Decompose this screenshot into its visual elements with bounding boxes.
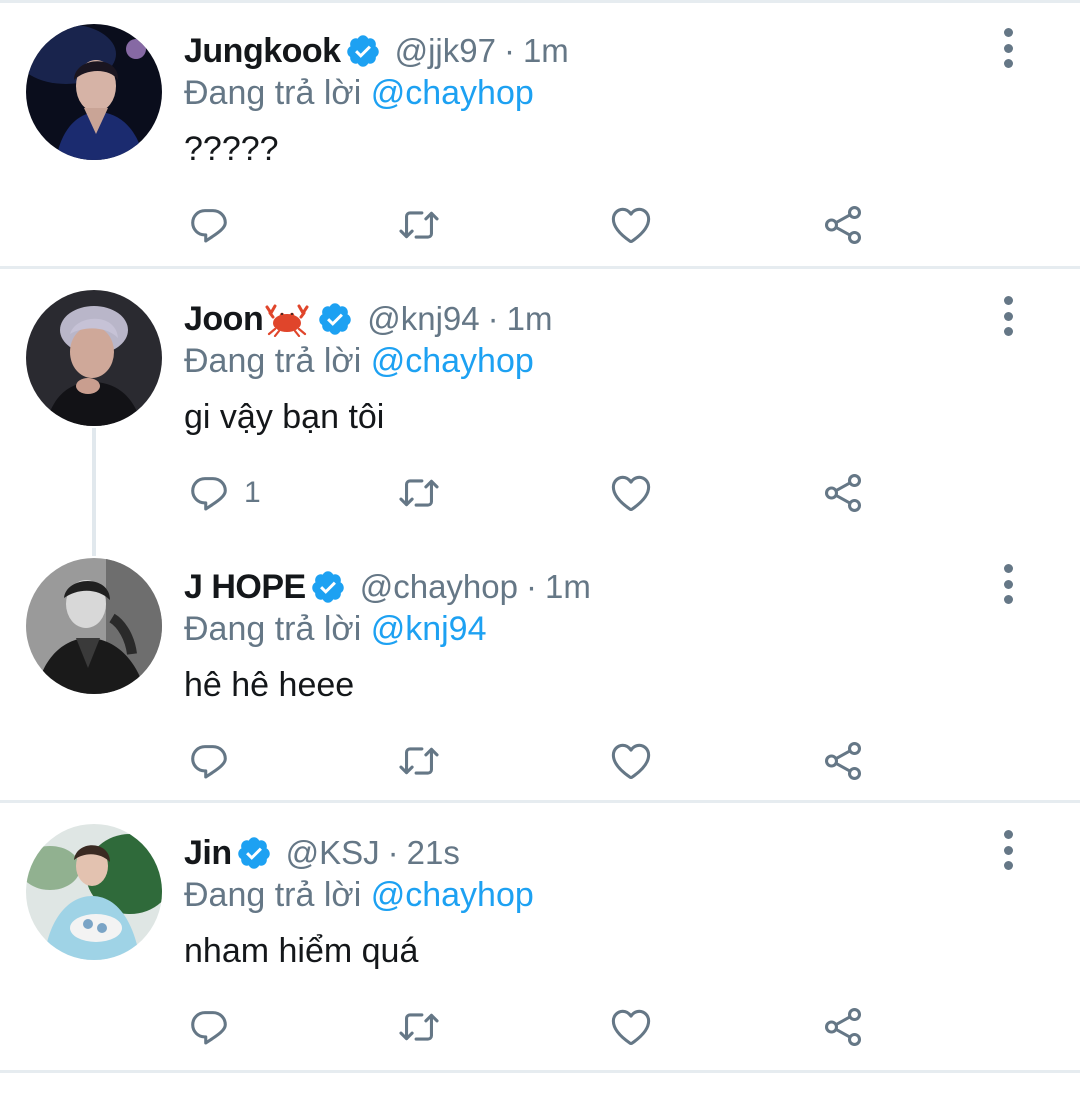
tweet-text: nham hiểm quá <box>184 932 419 970</box>
reply-icon <box>186 470 232 516</box>
reply-icon <box>186 1004 232 1050</box>
timestamp[interactable]: 21s <box>407 834 460 872</box>
replying-to: Đang trả lời @chayhop <box>184 342 534 381</box>
tweet-text: ????? <box>184 130 279 168</box>
replying-to: Đang trả lời @chayhop <box>184 876 534 915</box>
heart-icon <box>608 738 654 784</box>
share-button[interactable] <box>820 1002 866 1052</box>
separator: · <box>503 32 515 69</box>
reply-button[interactable] <box>186 200 244 250</box>
replying-to-label: Đang trả lời <box>184 610 371 648</box>
verified-badge-icon <box>310 569 346 605</box>
more-vertical-icon[interactable] <box>996 564 1020 604</box>
heart-icon <box>608 470 654 516</box>
more-vertical-icon[interactable] <box>996 296 1020 336</box>
like-button[interactable] <box>608 1002 654 1052</box>
tweet-header: J HOPE @chayhop · 1m <box>184 564 591 610</box>
retweet-icon <box>396 470 442 516</box>
reply-button[interactable] <box>186 1002 244 1052</box>
tweet-text: gi vậy bạn tôi <box>184 398 385 436</box>
share-icon <box>820 202 866 248</box>
display-name[interactable]: J HOPE <box>184 568 306 607</box>
reply-count: 1 <box>244 476 261 509</box>
share-icon <box>820 1004 866 1050</box>
reply-icon <box>186 738 232 784</box>
tweet-jungkook[interactable]: Jungkook @jjk97 · 1m Đang trả lời @chayh… <box>0 2 1080 266</box>
avatar-jungkook <box>26 24 162 160</box>
replying-to-label: Đang trả lời <box>184 876 371 914</box>
avatar-joon <box>26 290 162 426</box>
retweet-button[interactable] <box>396 200 442 250</box>
avatar[interactable] <box>26 824 162 960</box>
mention-link[interactable]: @chayhop <box>371 74 534 112</box>
retweet-icon <box>396 738 442 784</box>
divider <box>0 1070 1080 1073</box>
retweet-icon <box>396 1004 442 1050</box>
timestamp[interactable]: 1m <box>507 300 553 338</box>
share-icon <box>820 738 866 784</box>
display-name[interactable]: Jin <box>184 834 232 873</box>
retweet-button[interactable] <box>396 468 442 518</box>
reply-button[interactable] <box>186 736 244 786</box>
replying-to: Đang trả lời @knj94 <box>184 610 487 649</box>
replying-to: Đang trả lời @chayhop <box>184 74 534 113</box>
tweet-joon[interactable]: Joon @knj94 · 1m Đang trả lời @chayhop g… <box>0 270 1080 536</box>
replying-to-label: Đang trả lời <box>184 342 371 380</box>
tweet-header: Jin @KSJ · 21s <box>184 830 460 876</box>
retweet-button[interactable] <box>396 1002 442 1052</box>
display-name[interactable]: Joon <box>184 300 264 339</box>
mention-link[interactable]: @knj94 <box>371 610 487 648</box>
tweet-jin[interactable]: Jin @KSJ · 21s Đang trả lời @chayhop nha… <box>0 804 1080 1070</box>
tweet-actions <box>0 736 1080 786</box>
replying-to-label: Đang trả lời <box>184 74 371 112</box>
user-handle[interactable]: @knj94 <box>367 300 479 338</box>
share-button[interactable] <box>820 736 866 786</box>
tweet-actions: 1 <box>0 468 1080 518</box>
tweet-jhope[interactable]: J HOPE @chayhop · 1m Đang trả lời @knj94… <box>0 538 1080 800</box>
verified-badge-icon <box>236 835 272 871</box>
crab-emoji-icon <box>265 304 309 337</box>
divider <box>0 800 1080 803</box>
tweet-text: hê hê heee <box>184 666 355 704</box>
share-icon <box>820 470 866 516</box>
verified-badge-icon <box>317 301 353 337</box>
separator: · <box>487 300 499 337</box>
heart-icon <box>608 202 654 248</box>
more-vertical-icon[interactable] <box>996 830 1020 870</box>
tweet-header: Joon @knj94 · 1m <box>184 296 552 342</box>
retweet-button[interactable] <box>396 736 442 786</box>
share-button[interactable] <box>820 468 866 518</box>
display-name[interactable]: Jungkook <box>184 32 341 71</box>
avatar-jin <box>26 824 162 960</box>
like-button[interactable] <box>608 200 654 250</box>
tweet-feed: Jungkook @jjk97 · 1m Đang trả lời @chayh… <box>0 0 1080 1093</box>
user-handle[interactable]: @jjk97 <box>395 32 496 70</box>
heart-icon <box>608 1004 654 1050</box>
reply-button[interactable]: 1 <box>186 468 261 518</box>
avatar[interactable] <box>26 558 162 694</box>
like-button[interactable] <box>608 736 654 786</box>
more-vertical-icon[interactable] <box>996 28 1020 68</box>
share-button[interactable] <box>820 200 866 250</box>
avatar-jhope <box>26 558 162 694</box>
separator: · <box>387 834 399 871</box>
avatar[interactable] <box>26 24 162 160</box>
tweet-actions <box>0 1002 1080 1052</box>
verified-badge-icon <box>345 33 381 69</box>
mention-link[interactable]: @chayhop <box>371 876 534 914</box>
mention-link[interactable]: @chayhop <box>371 342 534 380</box>
divider <box>0 266 1080 269</box>
tweet-actions <box>0 200 1080 250</box>
separator: · <box>525 568 537 605</box>
user-handle[interactable]: @chayhop <box>360 568 518 606</box>
like-button[interactable] <box>608 468 654 518</box>
reply-icon <box>186 202 232 248</box>
timestamp[interactable]: 1m <box>545 568 591 606</box>
user-handle[interactable]: @KSJ <box>286 834 380 872</box>
timestamp[interactable]: 1m <box>523 32 569 70</box>
avatar[interactable] <box>26 290 162 426</box>
retweet-icon <box>396 202 442 248</box>
tweet-header: Jungkook @jjk97 · 1m <box>184 28 569 74</box>
